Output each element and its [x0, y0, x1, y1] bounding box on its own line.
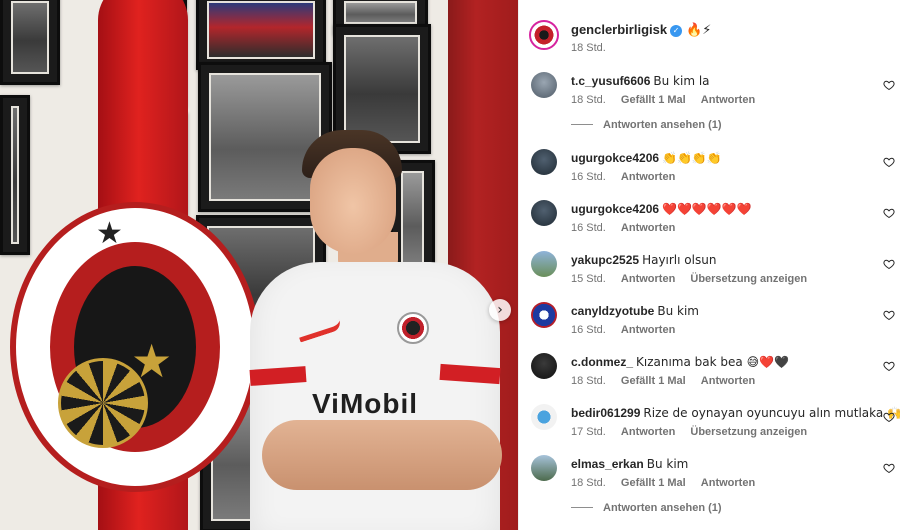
comment-item: yakupc2525 Hayırlı olsun 15 Std. Antworte… — [531, 251, 900, 295]
comment-time[interactable]: 18 Std. — [571, 375, 606, 387]
heart-icon[interactable] — [883, 461, 895, 474]
comment-username[interactable]: canyldzyotube — [571, 304, 654, 318]
reply-button[interactable]: Antworten — [701, 375, 755, 387]
reply-button[interactable]: Antworten — [621, 222, 675, 234]
heart-icon[interactable] — [883, 410, 895, 423]
player-crossed-arms — [262, 420, 502, 490]
avatar[interactable] — [531, 404, 557, 430]
comment-text: Bu kim la — [653, 74, 710, 88]
avatar[interactable] — [531, 200, 557, 226]
reply-button[interactable]: Antworten — [701, 477, 755, 489]
view-replies-button[interactable]: Antworten ansehen (1) — [571, 502, 871, 518]
comment-time[interactable]: 17 Std. — [571, 426, 606, 438]
comment-text: Kızanıma bak bea 😅❤️🖤 — [636, 355, 789, 369]
comment-item: c.donmez_ Kızanıma bak bea 😅❤️🖤 18 Std. G… — [531, 353, 900, 397]
comment-item: elmas_erkan Bu kim 18 Std. Gefällt 1 Mal … — [531, 455, 900, 499]
verified-badge-icon: ✓ — [670, 25, 683, 37]
translate-button[interactable]: Übersetzung anzeigen — [690, 273, 807, 285]
club-emblem: ★ ★ — [10, 202, 260, 492]
heart-icon[interactable] — [883, 308, 895, 321]
heart-icon[interactable] — [883, 359, 895, 372]
comment-text: Rize de oynayan oyuncuyu alın mutlaka 🙌 — [643, 406, 900, 420]
reply-button[interactable]: Antworten — [701, 94, 755, 106]
comment-likes[interactable]: Gefällt 1 Mal — [621, 94, 686, 106]
heart-icon[interactable] — [883, 257, 895, 270]
avatar[interactable] — [531, 302, 557, 328]
club-flag: ★ ★ — [10, 0, 260, 530]
heart-icon[interactable] — [883, 155, 895, 168]
comment-item: canyldzyotube Bu kim 16 Std. Antworten — [531, 302, 900, 346]
comment-likes[interactable]: Gefällt 1 Mal — [621, 477, 686, 489]
comment-username[interactable]: c.donmez_ — [571, 355, 633, 369]
comment-likes[interactable]: Gefällt 1 Mal — [621, 375, 686, 387]
comment-item: ugurgokce4206 ❤️❤️❤️❤️❤️❤️ 16 Std. Antwor… — [531, 200, 900, 244]
post-caption: genclerbirligisk ✓ 🔥⚡ 18 Std. — [529, 18, 889, 58]
avatar[interactable] — [531, 455, 557, 481]
avatar[interactable] — [529, 20, 559, 50]
carousel-next-button[interactable]: › — [489, 299, 511, 321]
heart-icon[interactable] — [883, 78, 895, 91]
reply-button[interactable]: Antworten — [621, 426, 675, 438]
comment-username[interactable]: t.c_yusuf6606 — [571, 74, 650, 88]
heart-icon[interactable] — [883, 206, 895, 219]
reply-button[interactable]: Antworten — [621, 171, 675, 183]
club-crest-icon — [397, 312, 429, 344]
comment-time[interactable]: 18 Std. — [571, 477, 606, 489]
comment-username[interactable]: bedir061299 — [571, 406, 640, 420]
post-photo[interactable]: ★ ★ ViMobil › — [0, 0, 518, 530]
translate-button[interactable]: Übersetzung anzeigen — [690, 426, 807, 438]
comment-text: Hayırlı olsun — [642, 253, 717, 267]
wall-photo-frame — [196, 0, 326, 70]
player-head — [310, 148, 396, 254]
comment-item: bedir061299 Rize de oynayan oyuncuyu alın… — [531, 404, 900, 448]
caption-text: 🔥⚡ — [686, 23, 712, 38]
timestamp[interactable]: 18 Std. — [571, 42, 606, 54]
comment-username[interactable]: ugurgokce4206 — [571, 151, 659, 165]
jersey-sponsor: ViMobil — [312, 388, 419, 419]
comment-time[interactable]: 16 Std. — [571, 222, 606, 234]
comment-username[interactable]: yakupc2525 — [571, 253, 639, 267]
comment-item: t.c_yusuf6606 Bu kim la 18 Std. Gefällt 1… — [531, 72, 900, 116]
avatar[interactable] — [531, 353, 557, 379]
comment-text: Bu kim — [646, 457, 689, 471]
comment-text: 👏👏👏👏 — [662, 151, 722, 165]
reply-button[interactable]: Antworten — [621, 324, 675, 336]
comment-time[interactable]: 15 Std. — [571, 273, 606, 285]
avatar[interactable] — [531, 251, 557, 277]
comment-time[interactable]: 18 Std. — [571, 94, 606, 106]
avatar[interactable] — [531, 149, 557, 175]
comment-text: Bu kim — [657, 304, 699, 318]
owner-username[interactable]: genclerbirligisk — [571, 22, 667, 37]
wall-photo-frame — [0, 95, 30, 255]
comment-text: ❤️❤️❤️❤️❤️❤️ — [662, 202, 752, 216]
chevron-right-icon: › — [497, 302, 503, 318]
comment-time[interactable]: 16 Std. — [571, 324, 606, 336]
comment-item: ugurgokce4206 👏👏👏👏 16 Std. Antworten — [531, 149, 900, 193]
avatar[interactable] — [531, 72, 557, 98]
reply-button[interactable]: Antworten — [621, 273, 675, 285]
view-replies-button[interactable]: Antworten ansehen (1) — [571, 119, 871, 135]
wall-photo-frame — [0, 0, 60, 85]
comment-username[interactable]: ugurgokce4206 — [571, 202, 659, 216]
comment-time[interactable]: 16 Std. — [571, 171, 606, 183]
comment-username[interactable]: elmas_erkan — [571, 457, 644, 471]
comments-panel: genclerbirligisk ✓ 🔥⚡ 18 Std. t.c_yusuf660… — [518, 0, 900, 530]
